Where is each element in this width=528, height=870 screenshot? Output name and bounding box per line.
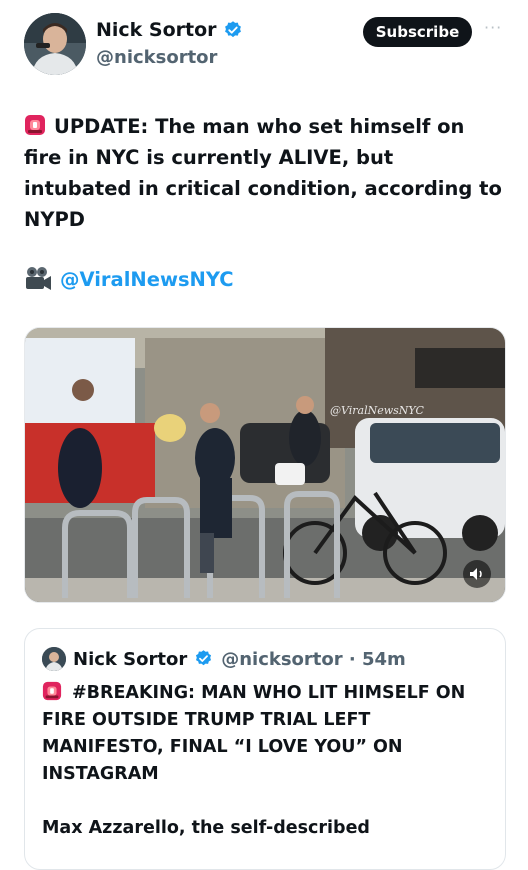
quoted-verified-badge-icon: [194, 649, 214, 669]
tweet-text: UPDATE: The man who set himself on fire …: [24, 111, 504, 235]
tweet-header: Nick Sortor @nicksortor Subscribe ···: [0, 0, 528, 80]
subscribe-button[interactable]: Subscribe: [363, 17, 472, 47]
quoted-author-name: Nick Sortor: [73, 648, 188, 670]
speaker-muted-icon: [470, 568, 482, 580]
quoted-tweet-text: #BREAKING: MAN WHO LIT HIMSELF ON FIRE O…: [42, 680, 492, 788]
quoted-tweet-header: Nick Sortor @nicksortor · 54m: [42, 647, 406, 671]
quoted-tweet[interactable]: Nick Sortor @nicksortor · 54m #BREAKING:…: [24, 628, 506, 870]
verified-badge-icon: [223, 20, 243, 40]
quoted-siren-emoji-icon: [42, 681, 64, 703]
author-name-row[interactable]: Nick Sortor: [96, 19, 243, 41]
author-handle[interactable]: @nicksortor: [96, 47, 217, 68]
tweet-video[interactable]: @ViralNewsNYC: [24, 327, 506, 603]
quoted-tweet-text-2: Max Azzarello, the self-described: [42, 818, 370, 838]
quoted-author-avatar: [42, 647, 66, 671]
movie-camera-icon: [24, 266, 52, 292]
more-options-icon[interactable]: ···: [484, 18, 504, 44]
tweet-credit: @ViralNewsNYC: [24, 266, 234, 292]
author-display-name[interactable]: Nick Sortor: [96, 19, 217, 41]
quoted-author-handle-time: @nicksortor · 54m: [221, 648, 406, 670]
video-frame: @ViralNewsNYC: [25, 328, 505, 602]
tweet-body: UPDATE: The man who set himself on fire …: [24, 115, 502, 231]
video-watermark: @ViralNewsNYC: [330, 404, 424, 417]
mention-link[interactable]: @ViralNewsNYC: [60, 268, 234, 291]
author-avatar[interactable]: [24, 13, 86, 75]
quoted-tweet-body: #BREAKING: MAN WHO LIT HIMSELF ON FIRE O…: [42, 683, 466, 784]
siren-emoji-icon: [24, 114, 46, 136]
mute-toggle-button[interactable]: [463, 560, 491, 588]
